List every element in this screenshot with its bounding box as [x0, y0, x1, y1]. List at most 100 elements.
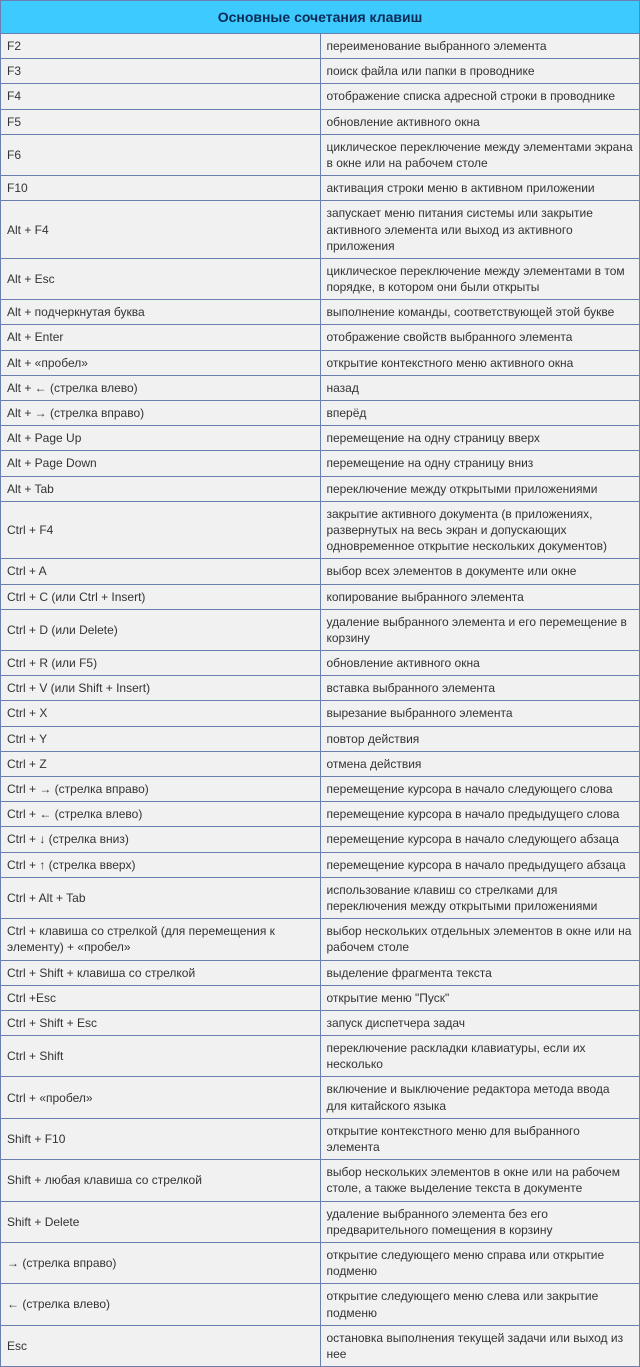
- shortcut-key: F2: [1, 34, 321, 59]
- shortcut-description: циклическое переключение между элементам…: [320, 134, 640, 175]
- shortcut-description: выбор всех элементов в документе или окн…: [320, 559, 640, 584]
- shortcut-description: запускает меню питания системы или закры…: [320, 201, 640, 259]
- shortcut-key: Ctrl + X: [1, 701, 321, 726]
- shortcut-description: использование клавиш со стрелками для пе…: [320, 877, 640, 918]
- shortcut-description: включение и выключение редактора метода …: [320, 1077, 640, 1118]
- table-row: Ctrl + Xвырезание выбранного элемента: [1, 701, 640, 726]
- table-row: Alt + F4запускает меню питания системы и…: [1, 201, 640, 259]
- shortcut-key: → (стрелка вправо): [1, 1242, 321, 1283]
- table-row: F4отображение списка адресной строки в п…: [1, 84, 640, 109]
- shortcut-description: обновление активного окна: [320, 109, 640, 134]
- table-row: ← (стрелка влево)открытие следующего мен…: [1, 1284, 640, 1325]
- table-row: Ctrl + ← (стрелка влево)перемещение курс…: [1, 802, 640, 827]
- shortcut-description: отображение свойств выбранного элемента: [320, 325, 640, 350]
- table-row: Ctrl + V (или Shift + Insert)вставка выб…: [1, 676, 640, 701]
- shortcut-key: F5: [1, 109, 321, 134]
- table-row: Ctrl + Aвыбор всех элементов в документе…: [1, 559, 640, 584]
- table-row: Alt + Escциклическое переключение между …: [1, 258, 640, 299]
- shortcut-description: остановка выполнения текущей задачи или …: [320, 1325, 640, 1366]
- table-row: F10активация строки меню в активном прил…: [1, 176, 640, 201]
- shortcut-description: перемещение курсора в начало следующего …: [320, 777, 640, 802]
- shortcut-key: Ctrl + Z: [1, 751, 321, 776]
- shortcut-description: выполнение команды, соответствующей этой…: [320, 300, 640, 325]
- shortcut-key: Shift + любая клавиша со стрелкой: [1, 1160, 321, 1201]
- shortcut-key: Ctrl + → (стрелка вправо): [1, 777, 321, 802]
- shortcut-description: вперёд: [320, 401, 640, 426]
- table-row: Ctrl + Shiftпереключение раскладки клави…: [1, 1036, 640, 1077]
- shortcut-description: удаление выбранного элемента без его пре…: [320, 1201, 640, 1242]
- shortcut-key: Ctrl + Shift: [1, 1036, 321, 1077]
- shortcut-key: Ctrl + Shift + клавиша со стрелкой: [1, 960, 321, 985]
- shortcut-key: Ctrl + A: [1, 559, 321, 584]
- table-row: Alt + подчеркнутая буквавыполнение коман…: [1, 300, 640, 325]
- shortcut-description: удаление выбранного элемента и его перем…: [320, 609, 640, 650]
- table-row: Alt + «пробел»открытие контекстного меню…: [1, 350, 640, 375]
- shortcut-key: Ctrl + ← (стрелка влево): [1, 802, 321, 827]
- shortcut-description: отмена действия: [320, 751, 640, 776]
- shortcut-description: поиск файла или папки в проводнике: [320, 59, 640, 84]
- table-row: Ctrl + D (или Delete)удаление выбранного…: [1, 609, 640, 650]
- shortcut-description: запуск диспетчера задач: [320, 1010, 640, 1035]
- shortcut-description: обновление активного окна: [320, 651, 640, 676]
- shortcut-description: открытие следующего меню слева или закры…: [320, 1284, 640, 1325]
- shortcut-description: копирование выбранного элемента: [320, 584, 640, 609]
- shortcut-description: выбор нескольких элементов в окне или на…: [320, 1160, 640, 1201]
- shortcut-description: переименование выбранного элемента: [320, 34, 640, 59]
- shortcut-key: Ctrl + C (или Ctrl + Insert): [1, 584, 321, 609]
- shortcut-description: перемещение на одну страницу вниз: [320, 451, 640, 476]
- shortcut-key: F6: [1, 134, 321, 175]
- table-row: Ctrl + Alt + Tabиспользование клавиш со …: [1, 877, 640, 918]
- shortcut-description: повтор действия: [320, 726, 640, 751]
- shortcut-key: Alt + ← (стрелка влево): [1, 375, 321, 400]
- table-row: F2переименование выбранного элемента: [1, 34, 640, 59]
- table-row: → (стрелка вправо)открытие следующего ме…: [1, 1242, 640, 1283]
- shortcut-key: Ctrl + ↑ (стрелка вверх): [1, 852, 321, 877]
- table-row: F6циклическое переключение между элемент…: [1, 134, 640, 175]
- shortcut-description: выделение фрагмента текста: [320, 960, 640, 985]
- table-row: Shift + любая клавиша со стрелкойвыбор н…: [1, 1160, 640, 1201]
- shortcut-description: открытие контекстного меню активного окн…: [320, 350, 640, 375]
- table-row: Ctrl + R (или F5)обновление активного ок…: [1, 651, 640, 676]
- table-title: Основные сочетания клавиш: [1, 1, 640, 34]
- shortcut-description: перемещение курсора в начало предыдущего…: [320, 802, 640, 827]
- table-row: F3поиск файла или папки в проводнике: [1, 59, 640, 84]
- shortcut-description: циклическое переключение между элементам…: [320, 258, 640, 299]
- shortcut-key: Ctrl + D (или Delete): [1, 609, 321, 650]
- shortcut-key: Shift + F10: [1, 1118, 321, 1159]
- table-row: Ctrl + Yповтор действия: [1, 726, 640, 751]
- table-row: Alt + Enterотображение свойств выбранног…: [1, 325, 640, 350]
- shortcut-key: Alt + подчеркнутая буква: [1, 300, 321, 325]
- table-row: Ctrl + «пробел»включение и выключение ре…: [1, 1077, 640, 1118]
- shortcut-description: активация строки меню в активном приложе…: [320, 176, 640, 201]
- shortcut-key: F4: [1, 84, 321, 109]
- table-row: Ctrl + клавиша со стрелкой (для перемеще…: [1, 919, 640, 960]
- shortcut-key: Ctrl + Shift + Esc: [1, 1010, 321, 1035]
- table-row: Ctrl +Escоткрытие меню "Пуск": [1, 985, 640, 1010]
- shortcut-description: перемещение на одну страницу вверх: [320, 426, 640, 451]
- shortcuts-table: Основные сочетания клавиш F2переименован…: [0, 0, 640, 1367]
- shortcut-key: Shift + Delete: [1, 1201, 321, 1242]
- shortcut-key: Ctrl +Esc: [1, 985, 321, 1010]
- shortcut-key: F3: [1, 59, 321, 84]
- shortcut-key: Esc: [1, 1325, 321, 1366]
- shortcut-description: назад: [320, 375, 640, 400]
- shortcut-description: открытие следующего меню справа или откр…: [320, 1242, 640, 1283]
- table-row: Ctrl + Shift + Escзапуск диспетчера зада…: [1, 1010, 640, 1035]
- shortcut-description: перемещение курсора в начало предыдущего…: [320, 852, 640, 877]
- table-row: Ctrl + ↓ (стрелка вниз)перемещение курсо…: [1, 827, 640, 852]
- shortcut-key: Ctrl + ↓ (стрелка вниз): [1, 827, 321, 852]
- shortcut-description: вырезание выбранного элемента: [320, 701, 640, 726]
- shortcut-description: открытие меню "Пуск": [320, 985, 640, 1010]
- table-row: Ctrl + Shift + клавиша со стрелкойвыделе…: [1, 960, 640, 985]
- shortcut-description: закрытие активного документа (в приложен…: [320, 501, 640, 559]
- shortcut-key: Ctrl + Alt + Tab: [1, 877, 321, 918]
- shortcut-description: перемещение курсора в начало следующего …: [320, 827, 640, 852]
- shortcut-key: Ctrl + F4: [1, 501, 321, 559]
- shortcut-key: Alt + Enter: [1, 325, 321, 350]
- shortcut-key: Ctrl + клавиша со стрелкой (для перемеще…: [1, 919, 321, 960]
- table-row: Alt + Tabпереключение между открытыми пр…: [1, 476, 640, 501]
- shortcut-key: Ctrl + R (или F5): [1, 651, 321, 676]
- table-row: Escостановка выполнения текущей задачи и…: [1, 1325, 640, 1366]
- table-row: Ctrl + ↑ (стрелка вверх)перемещение курс…: [1, 852, 640, 877]
- shortcut-key: Ctrl + Y: [1, 726, 321, 751]
